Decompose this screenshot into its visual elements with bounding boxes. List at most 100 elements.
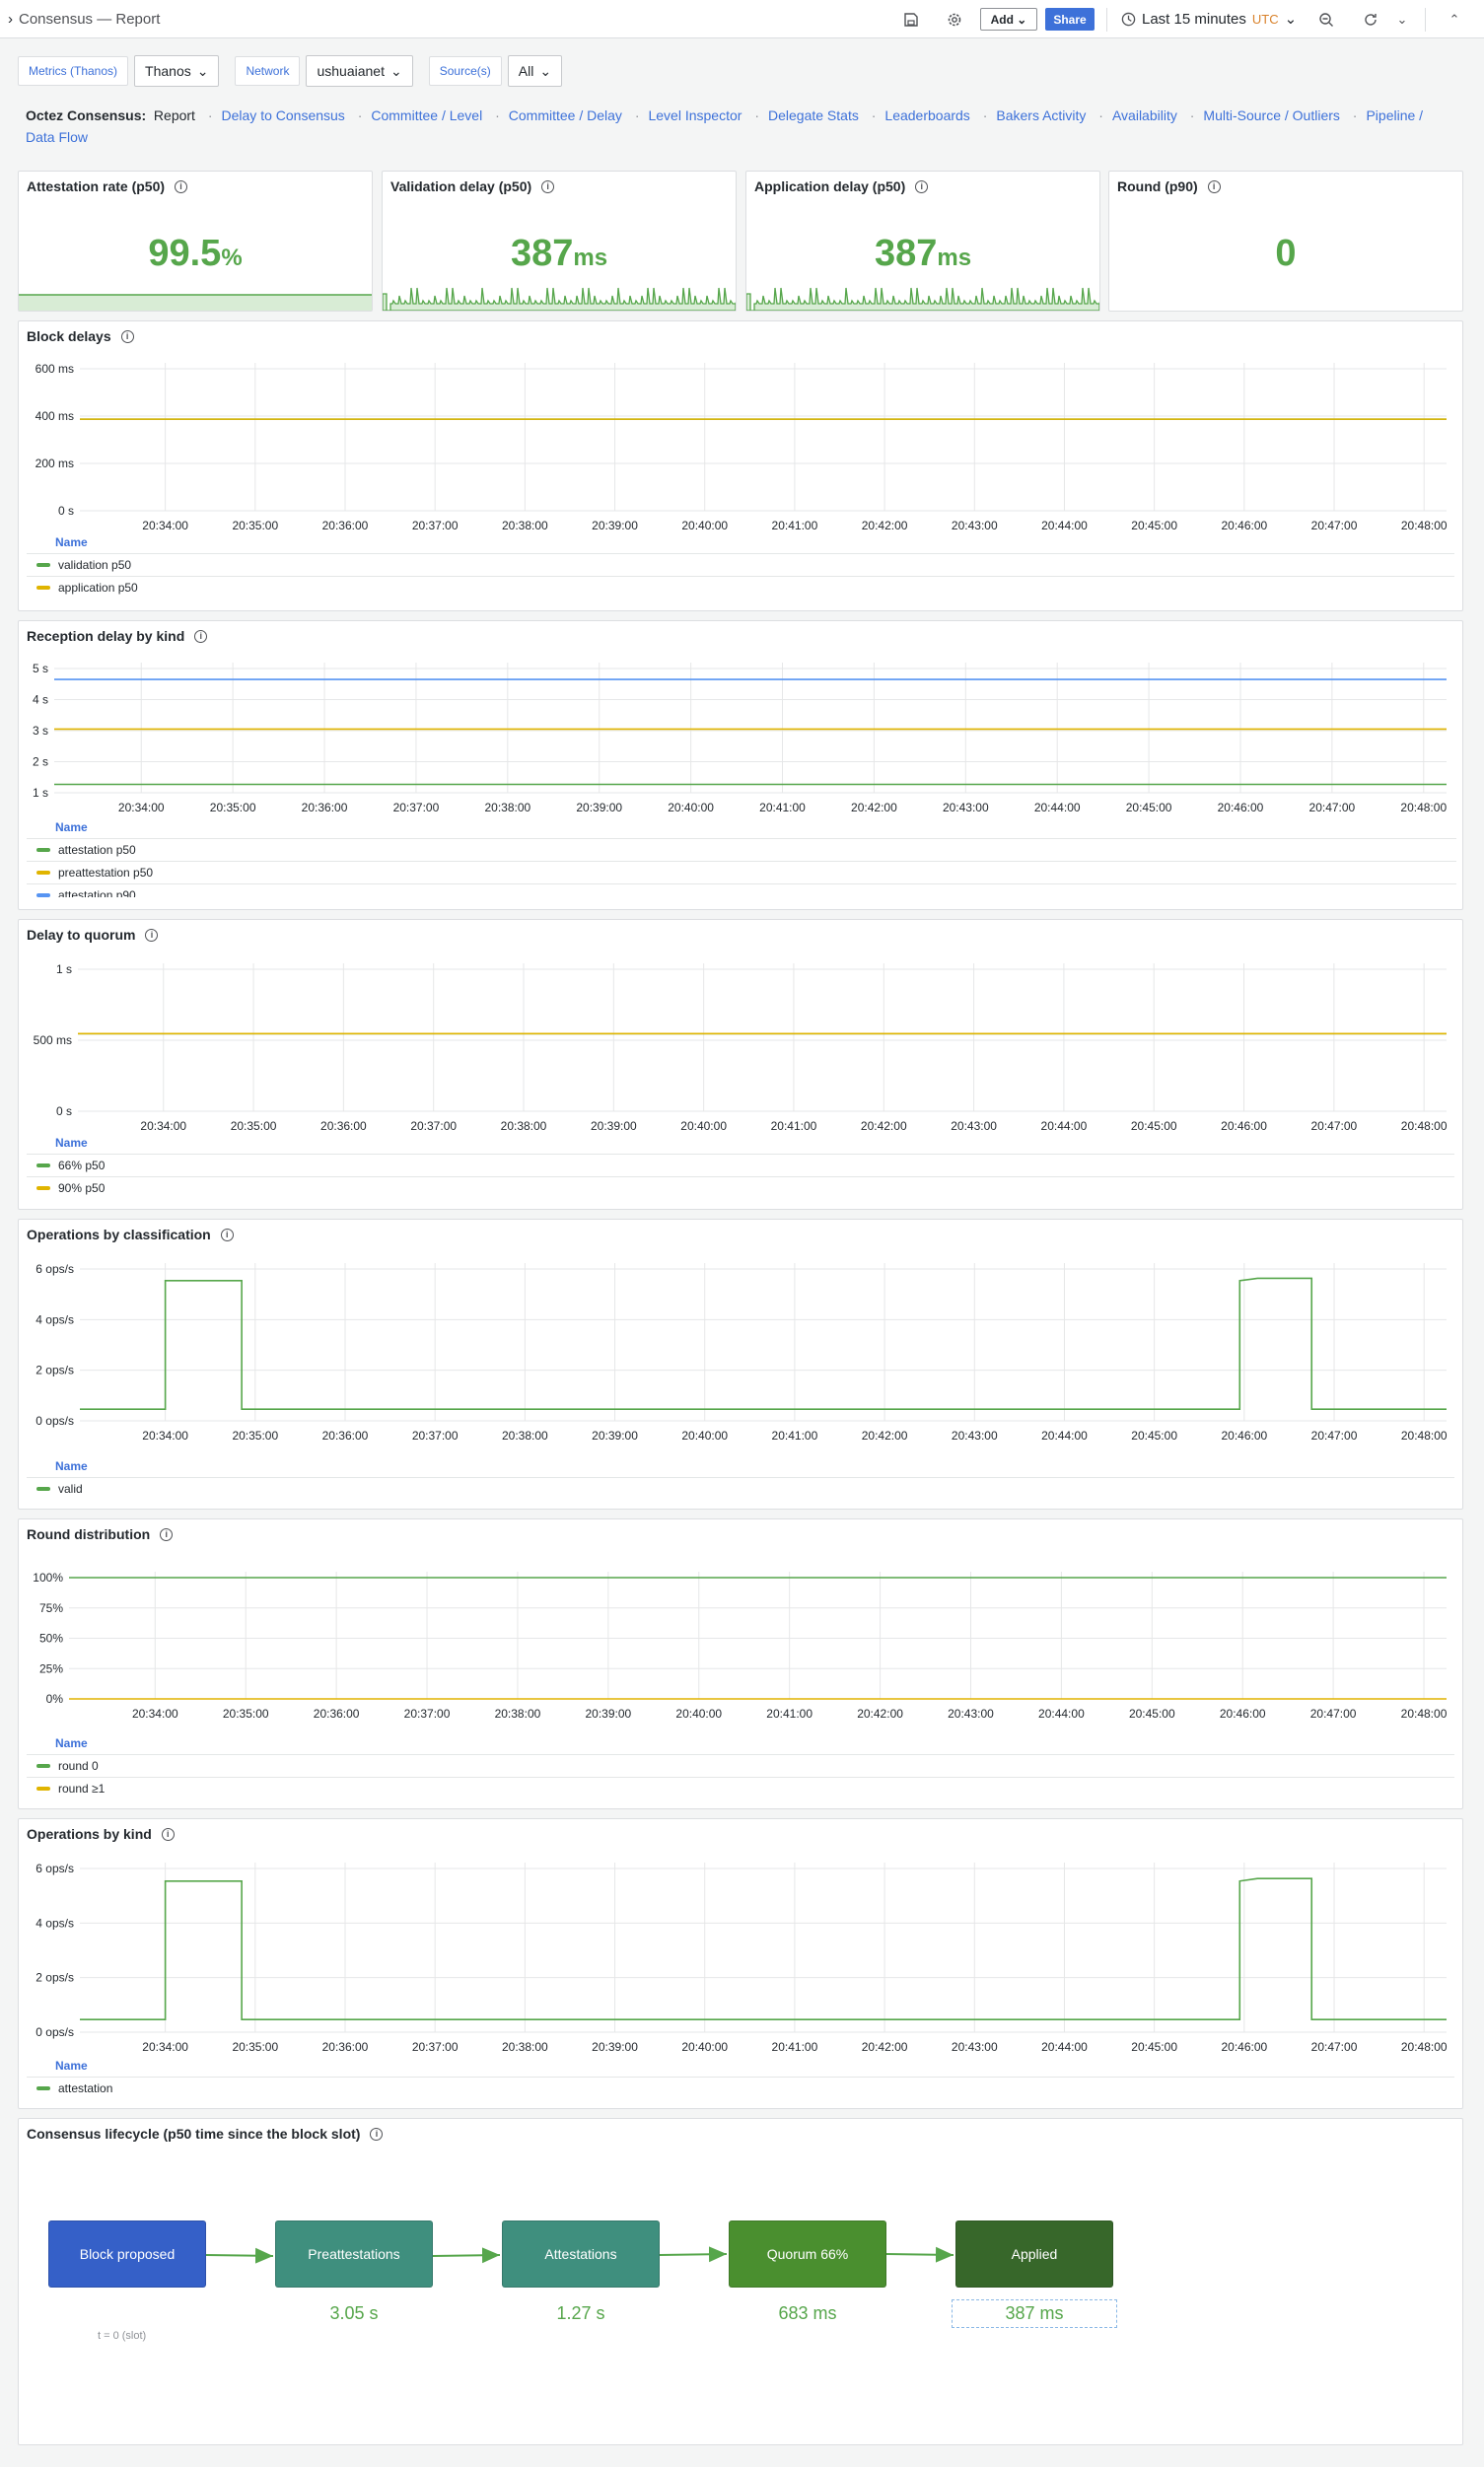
legend-item[interactable]: valid — [27, 1477, 1454, 1500]
legend-item[interactable]: validation p50 — [27, 553, 1454, 576]
y-tick-label: 6 ops/s — [35, 1862, 74, 1875]
chart-operations-by-kind: 6 ops/s 4 ops/s 2 ops/s 0 ops/s 20:34:00 20:3… — [35, 1862, 1448, 2054]
x-tick-label: 20:37:00 — [410, 1119, 457, 1133]
sparkline — [746, 287, 1099, 311]
x-tick-label: 20:35:00 — [210, 801, 256, 814]
metrics-select[interactable]: Thanos ⌄ — [134, 55, 220, 87]
zoom-out-icon[interactable] — [1316, 10, 1336, 30]
collapse-icon[interactable]: ⌃ — [1445, 10, 1464, 30]
x-tick-label: 20:34:00 — [142, 519, 188, 532]
sources-select[interactable]: All ⌄ — [507, 55, 563, 87]
gear-icon[interactable] — [945, 10, 964, 30]
stat-panel-application-delay: Application delay (p50) i 387ms — [745, 171, 1100, 312]
x-tick-label: 20:38:00 — [501, 1119, 547, 1133]
y-tick-label: 600 ms — [35, 362, 74, 376]
legend-item[interactable]: round ≥1 — [27, 1777, 1454, 1799]
x-tick-label: 20:35:00 — [232, 519, 278, 532]
link-multi-source[interactable]: Multi-Source / Outliers — [1203, 107, 1339, 123]
legend-item[interactable]: attestation — [27, 2077, 1454, 2099]
x-tick-label: 20:42:00 — [857, 1707, 903, 1721]
link-availability[interactable]: Availability — [1112, 107, 1177, 123]
x-tick-label: 20:40:00 — [681, 519, 728, 532]
link-committee-delay[interactable]: Committee / Delay — [509, 107, 622, 123]
add-button[interactable]: Add ⌄ — [980, 8, 1037, 31]
lifecycle-value: 683 ms — [778, 2303, 837, 2323]
link-level-inspector[interactable]: Level Inspector — [648, 107, 742, 123]
x-tick-label: 20:48:00 — [1401, 2040, 1448, 2054]
info-icon[interactable]: i — [175, 179, 188, 193]
x-tick-label: 20:47:00 — [1309, 801, 1356, 814]
info-icon[interactable]: i — [1207, 179, 1221, 193]
link-delegate-stats[interactable]: Delegate Stats — [768, 107, 859, 123]
panel-operations-by-kind: Operations by kind i 6 ops/s 4 ops/s 2 ops/… — [18, 1818, 1463, 2109]
link-delay-to-consensus[interactable]: Delay to Consensus — [222, 107, 345, 123]
lifecycle-node-applied[interactable]: Applied — [955, 2220, 1113, 2288]
chart-block-delays: 600 ms 400 ms 200 ms 0 s 20:34:00 20:35:00 20:… — [35, 362, 1448, 532]
x-tick-label: 20:36:00 — [322, 2040, 369, 2054]
divider — [1106, 8, 1107, 32]
breadcrumb[interactable]: › Consensus — Report — [8, 11, 160, 28]
legend-item[interactable]: round 0 — [27, 1754, 1454, 1777]
x-tick-label: 20:35:00 — [232, 1429, 278, 1443]
x-tick-label: 20:38:00 — [484, 801, 530, 814]
x-tick-label: 20:45:00 — [1131, 1429, 1177, 1443]
x-tick-label: 20:42:00 — [862, 2040, 908, 2054]
x-tick-label: 20:36:00 — [302, 801, 348, 814]
info-icon[interactable]: i — [541, 179, 555, 193]
info-icon[interactable]: i — [915, 179, 929, 193]
x-tick-label: 20:37:00 — [412, 2040, 459, 2054]
y-tick-label: 0 ops/s — [35, 2025, 74, 2039]
legend-item[interactable]: attestation p90 — [27, 883, 1456, 897]
x-tick-label: 20:43:00 — [952, 1429, 998, 1443]
panel-round-distribution: Round distribution i 100% 75% 50% 25% 0% 20:34… — [18, 1518, 1463, 1809]
x-tick-label: 20:39:00 — [591, 1119, 637, 1133]
chevron-down-icon: ⌄ — [390, 62, 402, 79]
y-tick-label: 3 s — [33, 724, 48, 738]
links-intro: Octez Consensus: — [26, 107, 147, 123]
chevron-right-icon[interactable]: › — [8, 11, 13, 28]
legend-header: Name — [55, 1736, 88, 1750]
y-tick-label: 4 ops/s — [35, 1312, 74, 1326]
legend-item[interactable]: 66% p50 — [27, 1154, 1454, 1176]
y-tick-label: 100% — [33, 1571, 63, 1585]
x-tick-label: 20:34:00 — [118, 801, 165, 814]
time-range-picker[interactable]: Last 15 minutes UTC ⌄ — [1121, 10, 1297, 28]
legend-item[interactable]: application p50 — [27, 576, 1454, 599]
network-select[interactable]: ushuaianet ⌄ — [306, 55, 413, 87]
lifecycle-node-attestations[interactable]: Attestations — [502, 2220, 660, 2288]
x-tick-label: 20:46:00 — [1218, 801, 1264, 814]
x-tick-label: 20:42:00 — [851, 801, 897, 814]
lifecycle-node-block-proposed[interactable]: Block proposed — [48, 2220, 206, 2288]
lifecycle-node-preattestations[interactable]: Preattestations — [275, 2220, 433, 2288]
variable-label-network: Network — [235, 56, 301, 86]
x-tick-label: 20:45:00 — [1126, 801, 1172, 814]
link-leaderboards[interactable]: Leaderboards — [884, 107, 969, 123]
x-tick-label: 20:45:00 — [1131, 2040, 1177, 2054]
link-bakers-activity[interactable]: Bakers Activity — [996, 107, 1086, 123]
y-tick-label: 2 ops/s — [35, 1364, 74, 1377]
stat-panel-attestation-rate: Attestation rate (p50) i 99.5% — [18, 171, 373, 312]
refresh-interval-chevron-icon[interactable]: ⌄ — [1392, 10, 1412, 30]
x-tick-label: 20:38:00 — [495, 1707, 541, 1721]
x-tick-label: 20:45:00 — [1129, 1707, 1175, 1721]
legend-item[interactable]: 90% p50 — [27, 1176, 1454, 1199]
x-tick-label: 20:46:00 — [1220, 1707, 1266, 1721]
share-button[interactable]: Share — [1045, 8, 1095, 31]
legend-item[interactable]: attestation p50 — [27, 838, 1456, 861]
refresh-icon[interactable] — [1361, 10, 1380, 30]
y-tick-label: 0% — [46, 1692, 64, 1706]
x-tick-label: 20:48:00 — [1401, 1429, 1448, 1443]
x-tick-label: 20:40:00 — [668, 801, 714, 814]
chevron-down-icon: ⌄ — [196, 62, 209, 79]
x-tick-label: 20:44:00 — [1034, 801, 1081, 814]
link-committee-level[interactable]: Committee / Level — [371, 107, 482, 123]
legend-item[interactable]: preattestation p50 — [27, 861, 1456, 883]
y-tick-label: 6 ops/s — [35, 1262, 74, 1276]
save-icon[interactable] — [901, 10, 921, 30]
panel-title: Attestation rate (p50) — [27, 178, 166, 194]
x-tick-label: 20:46:00 — [1221, 519, 1267, 532]
panel-block-delays: Block delays i 600 ms 400 ms 200 ms 0 s 20:34… — [18, 320, 1463, 611]
x-tick-label: 20:41:00 — [766, 1707, 813, 1721]
x-tick-label: 20:42:00 — [862, 519, 908, 532]
lifecycle-node-quorum[interactable]: Quorum 66% — [729, 2220, 886, 2288]
